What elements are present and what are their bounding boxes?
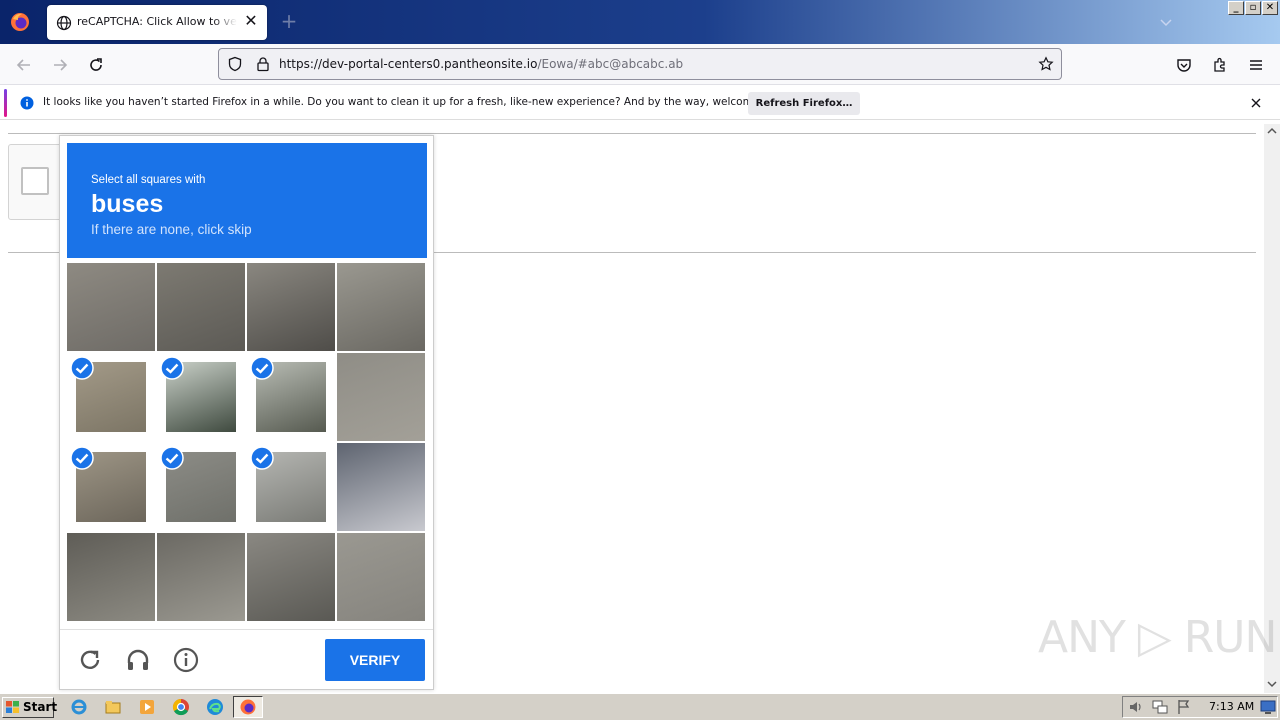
bookmark-star-icon[interactable] — [1038, 56, 1054, 72]
hamburger-menu-icon[interactable] — [1247, 56, 1265, 74]
challenge-tile[interactable] — [67, 533, 155, 621]
tab-title: reCAPTCHA: Click Allow to verify that yo… — [77, 15, 237, 28]
recaptcha-checkbox[interactable] — [21, 167, 49, 195]
checkmark-icon — [70, 446, 94, 470]
tile-image — [67, 533, 155, 621]
checkmark-icon — [70, 356, 94, 380]
challenge-tile[interactable] — [337, 533, 425, 621]
edge-icon[interactable] — [206, 698, 224, 716]
network-icon[interactable] — [1151, 698, 1169, 716]
challenge-tile[interactable] — [157, 263, 245, 351]
anyrun-watermark: ANY ▷ RUN — [1038, 612, 1277, 663]
media-player-icon[interactable] — [138, 698, 156, 716]
challenge-target: buses — [91, 190, 164, 218]
divider — [8, 133, 1256, 134]
refresh-firefox-button[interactable]: Refresh Firefox… — [748, 92, 860, 115]
close-icon[interactable] — [1249, 96, 1263, 110]
show-desktop-icon[interactable] — [1259, 698, 1277, 716]
taskbar: Start 7:13 AM — [0, 693, 1280, 720]
restore-button[interactable]: ▫ — [1245, 1, 1261, 15]
back-arrow-icon[interactable] — [15, 56, 33, 74]
challenge-hint: If there are none, click skip — [91, 222, 252, 237]
start-button[interactable]: Start — [2, 697, 58, 718]
tile-image — [337, 263, 425, 351]
firefox-icon — [240, 699, 256, 715]
windows-flag-icon — [6, 701, 19, 713]
close-tab-icon[interactable]: ✕ — [243, 13, 259, 29]
challenge-tile[interactable] — [247, 263, 335, 351]
chevron-down-icon[interactable] — [1158, 14, 1174, 30]
footer-divider — [60, 629, 433, 630]
clock: 7:13 AM — [1209, 700, 1255, 713]
start-label: Start — [23, 700, 58, 714]
notification-accent — [4, 89, 7, 117]
tile-image — [337, 353, 425, 441]
checkmark-icon — [160, 356, 184, 380]
challenge-tile[interactable] — [157, 443, 245, 531]
extensions-icon[interactable] — [1211, 56, 1229, 74]
lock-icon[interactable] — [255, 56, 271, 72]
firefox-icon[interactable] — [8, 10, 32, 34]
scroll-down-icon[interactable] — [1267, 679, 1277, 689]
url-text[interactable]: https://dev-portal-centers0.pantheonsite… — [279, 57, 683, 71]
challenge-tile[interactable] — [337, 263, 425, 351]
challenge-tile[interactable] — [157, 533, 245, 621]
tile-image — [337, 443, 425, 531]
taskbar-firefox-button[interactable] — [233, 696, 263, 718]
system-tray: 7:13 AM — [1122, 696, 1278, 718]
url-path: /Eowa/#abc@abcabc.ab — [537, 57, 684, 71]
challenge-image-grid — [67, 263, 427, 623]
action-center-flag-icon[interactable] — [1175, 698, 1193, 716]
window-close-button[interactable]: ✕ — [1262, 1, 1278, 15]
notification-bar: It looks like you haven’t started Firefo… — [0, 86, 1280, 120]
challenge-tile[interactable] — [67, 353, 155, 441]
tile-image — [67, 263, 155, 351]
notification-message: It looks like you haven’t started Firefo… — [43, 96, 792, 108]
address-bar[interactable]: https://dev-portal-centers0.pantheonsite… — [218, 48, 1062, 80]
checkmark-icon — [250, 356, 274, 380]
tile-image — [247, 533, 335, 621]
tile-image — [247, 263, 335, 351]
explorer-icon[interactable] — [104, 698, 122, 716]
reload-challenge-icon[interactable] — [77, 647, 103, 673]
ie-icon[interactable] — [70, 698, 88, 716]
shield-icon[interactable] — [227, 56, 243, 72]
challenge-tile[interactable] — [67, 263, 155, 351]
globe-icon — [56, 15, 72, 31]
reload-icon[interactable] — [87, 56, 105, 74]
challenge-tile[interactable] — [337, 443, 425, 531]
tile-image — [157, 533, 245, 621]
speaker-icon[interactable] — [1127, 698, 1145, 716]
scroll-up-icon[interactable] — [1267, 126, 1277, 136]
headphones-icon[interactable] — [125, 647, 151, 673]
recaptcha-challenge: Select all squares with buses If there a… — [59, 135, 434, 690]
title-bar: reCAPTCHA: Click Allow to verify that yo… — [0, 0, 1280, 44]
info-icon — [20, 96, 34, 110]
challenge-tile[interactable] — [247, 443, 335, 531]
tile-image — [157, 263, 245, 351]
challenge-header: Select all squares with buses If there a… — [67, 143, 427, 258]
checkmark-icon — [160, 446, 184, 470]
new-tab-button[interactable]: + — [279, 11, 299, 31]
vertical-scrollbar[interactable] — [1264, 124, 1280, 693]
checkmark-icon — [250, 446, 274, 470]
browser-tab[interactable]: reCAPTCHA: Click Allow to verify that yo… — [47, 5, 267, 40]
pocket-icon[interactable] — [1175, 56, 1193, 74]
challenge-tile[interactable] — [247, 353, 335, 441]
challenge-instruction: Select all squares with — [91, 174, 206, 186]
tile-image — [337, 533, 425, 621]
url-host: https://dev-portal-centers0.pantheonsite… — [279, 57, 538, 71]
challenge-tile[interactable] — [67, 443, 155, 531]
challenge-tile[interactable] — [337, 353, 425, 441]
challenge-tile[interactable] — [247, 533, 335, 621]
forward-arrow-icon[interactable] — [51, 56, 69, 74]
info-circle-icon[interactable] — [173, 647, 199, 673]
chrome-icon[interactable] — [172, 698, 190, 716]
minimize-button[interactable]: _ — [1228, 1, 1244, 15]
navigation-toolbar: https://dev-portal-centers0.pantheonsite… — [0, 44, 1280, 85]
challenge-tile[interactable] — [157, 353, 245, 441]
verify-button[interactable]: VERIFY — [325, 639, 425, 681]
